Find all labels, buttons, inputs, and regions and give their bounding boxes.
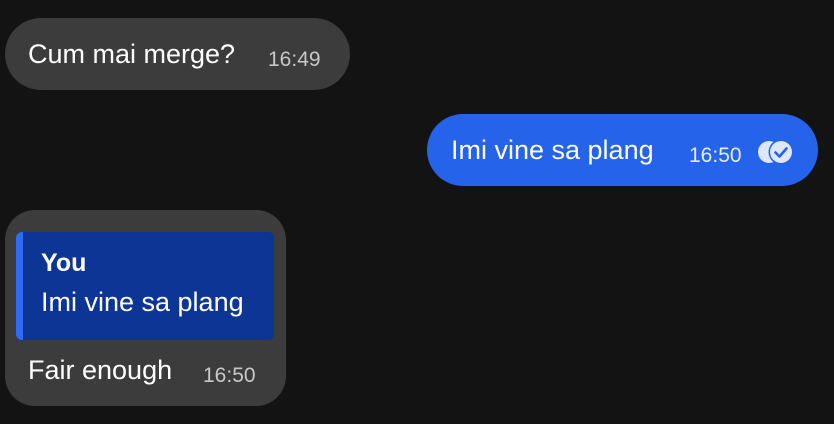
message-timestamp: 16:49: [268, 48, 321, 71]
double-check-read-icon: [757, 139, 795, 165]
message-bubble-incoming-reply[interactable]: You Imi vine sa plang Fair enough 16:50: [5, 210, 286, 406]
reply-quote-accent-bar: [16, 232, 23, 340]
chat-thread: Cum mai merge? 16:49 Imi vine sa plang 1…: [0, 0, 834, 424]
message-bubble-incoming[interactable]: Cum mai merge? 16:49: [5, 18, 350, 90]
reply-quote[interactable]: You Imi vine sa plang: [16, 232, 274, 340]
message-timestamp: 16:50: [689, 144, 742, 167]
message-text: Fair enough: [28, 355, 173, 385]
message-bubble-outgoing[interactable]: Imi vine sa plang 16:50: [427, 114, 818, 186]
message-timestamp: 16:50: [203, 364, 256, 387]
message-text: Cum mai merge?: [28, 39, 236, 69]
reply-quote-author: You: [41, 249, 87, 277]
reply-quote-text: Imi vine sa plang: [41, 287, 244, 317]
message-text: Imi vine sa plang: [451, 135, 654, 165]
